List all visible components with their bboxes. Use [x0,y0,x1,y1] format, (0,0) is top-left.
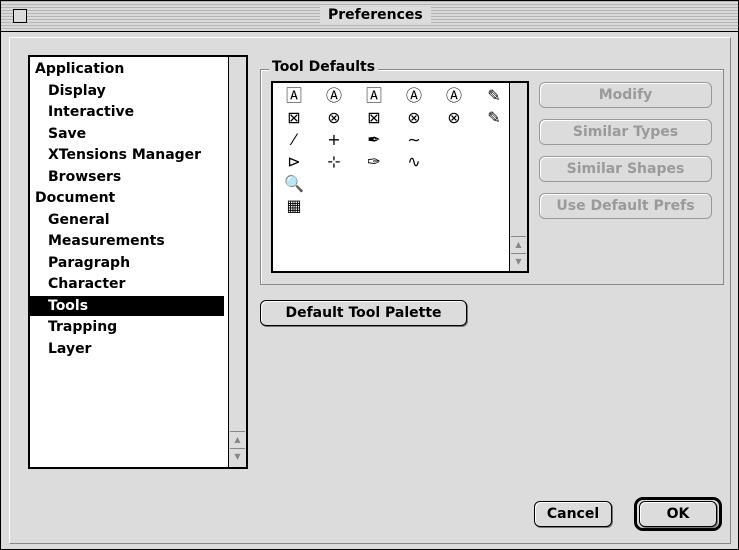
orthogonal-line-icon[interactable]: + [321,129,347,151]
tool-list-scrollbar[interactable]: ▲ ▼ [509,83,527,271]
modify-button[interactable]: Modify [539,82,712,108]
window-title: Preferences [320,7,431,23]
category-item-application[interactable]: Application [30,59,224,79]
category-item-display[interactable]: Display [30,81,224,101]
category-item-xtensions-manager[interactable]: XTensions Manager [30,145,224,165]
oval-text-box-icon[interactable]: Ⓐ [441,85,467,107]
category-list[interactable]: ▲ ▼ Application Display Interactive Save XTe… [28,55,248,469]
freehand-line-icon[interactable]: ∼ [401,129,427,151]
category-item-browsers[interactable]: Browsers [30,167,224,187]
category-item-character[interactable]: Character [30,274,224,294]
category-item-layer[interactable]: Layer [30,339,224,359]
line-tool-icon[interactable]: ⁄ [281,129,307,151]
text-path-icon[interactable]: ⊳ [281,151,307,173]
freehand-text-path-icon[interactable]: ∿ [401,151,427,173]
oval-picture-box-icon[interactable]: ⊗ [441,107,467,129]
tool-defaults-title: Tool Defaults [269,59,379,75]
preferences-dialog: Preferences ▲ ▼ Application Display Intera… [0,0,739,550]
tool-scroll-up-arrow-icon[interactable]: ▲ [511,236,526,252]
category-item-paragraph[interactable]: Paragraph [30,253,224,273]
category-item-trapping[interactable]: Trapping [30,317,224,337]
tool-scroll-down-arrow-icon[interactable]: ▼ [511,253,526,269]
rounded-text-box-icon[interactable]: Ⓐ [321,85,347,107]
rect-picture-box-icon[interactable]: ⊠ [281,107,307,129]
scroll-down-arrow-icon[interactable]: ▼ [230,448,245,464]
category-scrollbar[interactable]: ▲ ▼ [228,57,246,467]
scroll-up-arrow-icon[interactable]: ▲ [230,431,245,447]
bevel-text-box-icon[interactable]: Ⓐ [401,85,427,107]
close-box[interactable] [13,9,27,23]
bevel-picture-box-icon[interactable]: ⊗ [401,107,427,129]
category-item-save[interactable]: Save [30,124,224,144]
similar-types-button[interactable]: Similar Types [539,119,712,145]
cancel-button[interactable]: Cancel [534,501,612,527]
bezier-text-path-icon[interactable]: ✑ [361,151,387,173]
bezier-line-icon[interactable]: ✒ [361,129,387,151]
zoom-tool-icon[interactable]: 🔍 [281,173,307,195]
default-tool-palette-button[interactable]: Default Tool Palette [260,300,467,326]
category-item-document[interactable]: Document [30,188,224,208]
rect-text-box-icon[interactable]: 🄰 [281,85,307,107]
category-item-tools[interactable]: Tools [30,295,224,316]
category-item-interactive[interactable]: Interactive [30,102,224,122]
bezier-text-box-icon[interactable]: ✎ [481,85,507,107]
concave-text-box-icon[interactable]: 🄰 [361,85,387,107]
similar-shapes-button[interactable]: Similar Shapes [539,156,712,182]
orthogonal-text-path-icon[interactable]: ⊹ [321,151,347,173]
rounded-picture-box-icon[interactable]: ⊗ [321,107,347,129]
use-default-prefs-button[interactable]: Use Default Prefs [539,193,712,219]
ok-button[interactable]: OK [639,501,717,527]
table-tool-icon[interactable]: ▦ [281,195,307,217]
concave-picture-box-icon[interactable]: ⊠ [361,107,387,129]
tool-defaults-list[interactable]: ▲ ▼ 🄰 Ⓐ 🄰 Ⓐ Ⓐ ✎ ⊠ ⊗ ⊠ ⊗ ⊗ ✎ ⁄ + ✒ ∼ ⊳ ⊹ ✑ ∿ 🔍 ▦ [271,81,529,273]
category-item-general[interactable]: General [30,210,224,230]
title-bar[interactable]: Preferences [1,1,738,32]
category-item-measurements[interactable]: Measurements [30,231,224,251]
bezier-picture-box-icon[interactable]: ✎ [481,107,507,129]
